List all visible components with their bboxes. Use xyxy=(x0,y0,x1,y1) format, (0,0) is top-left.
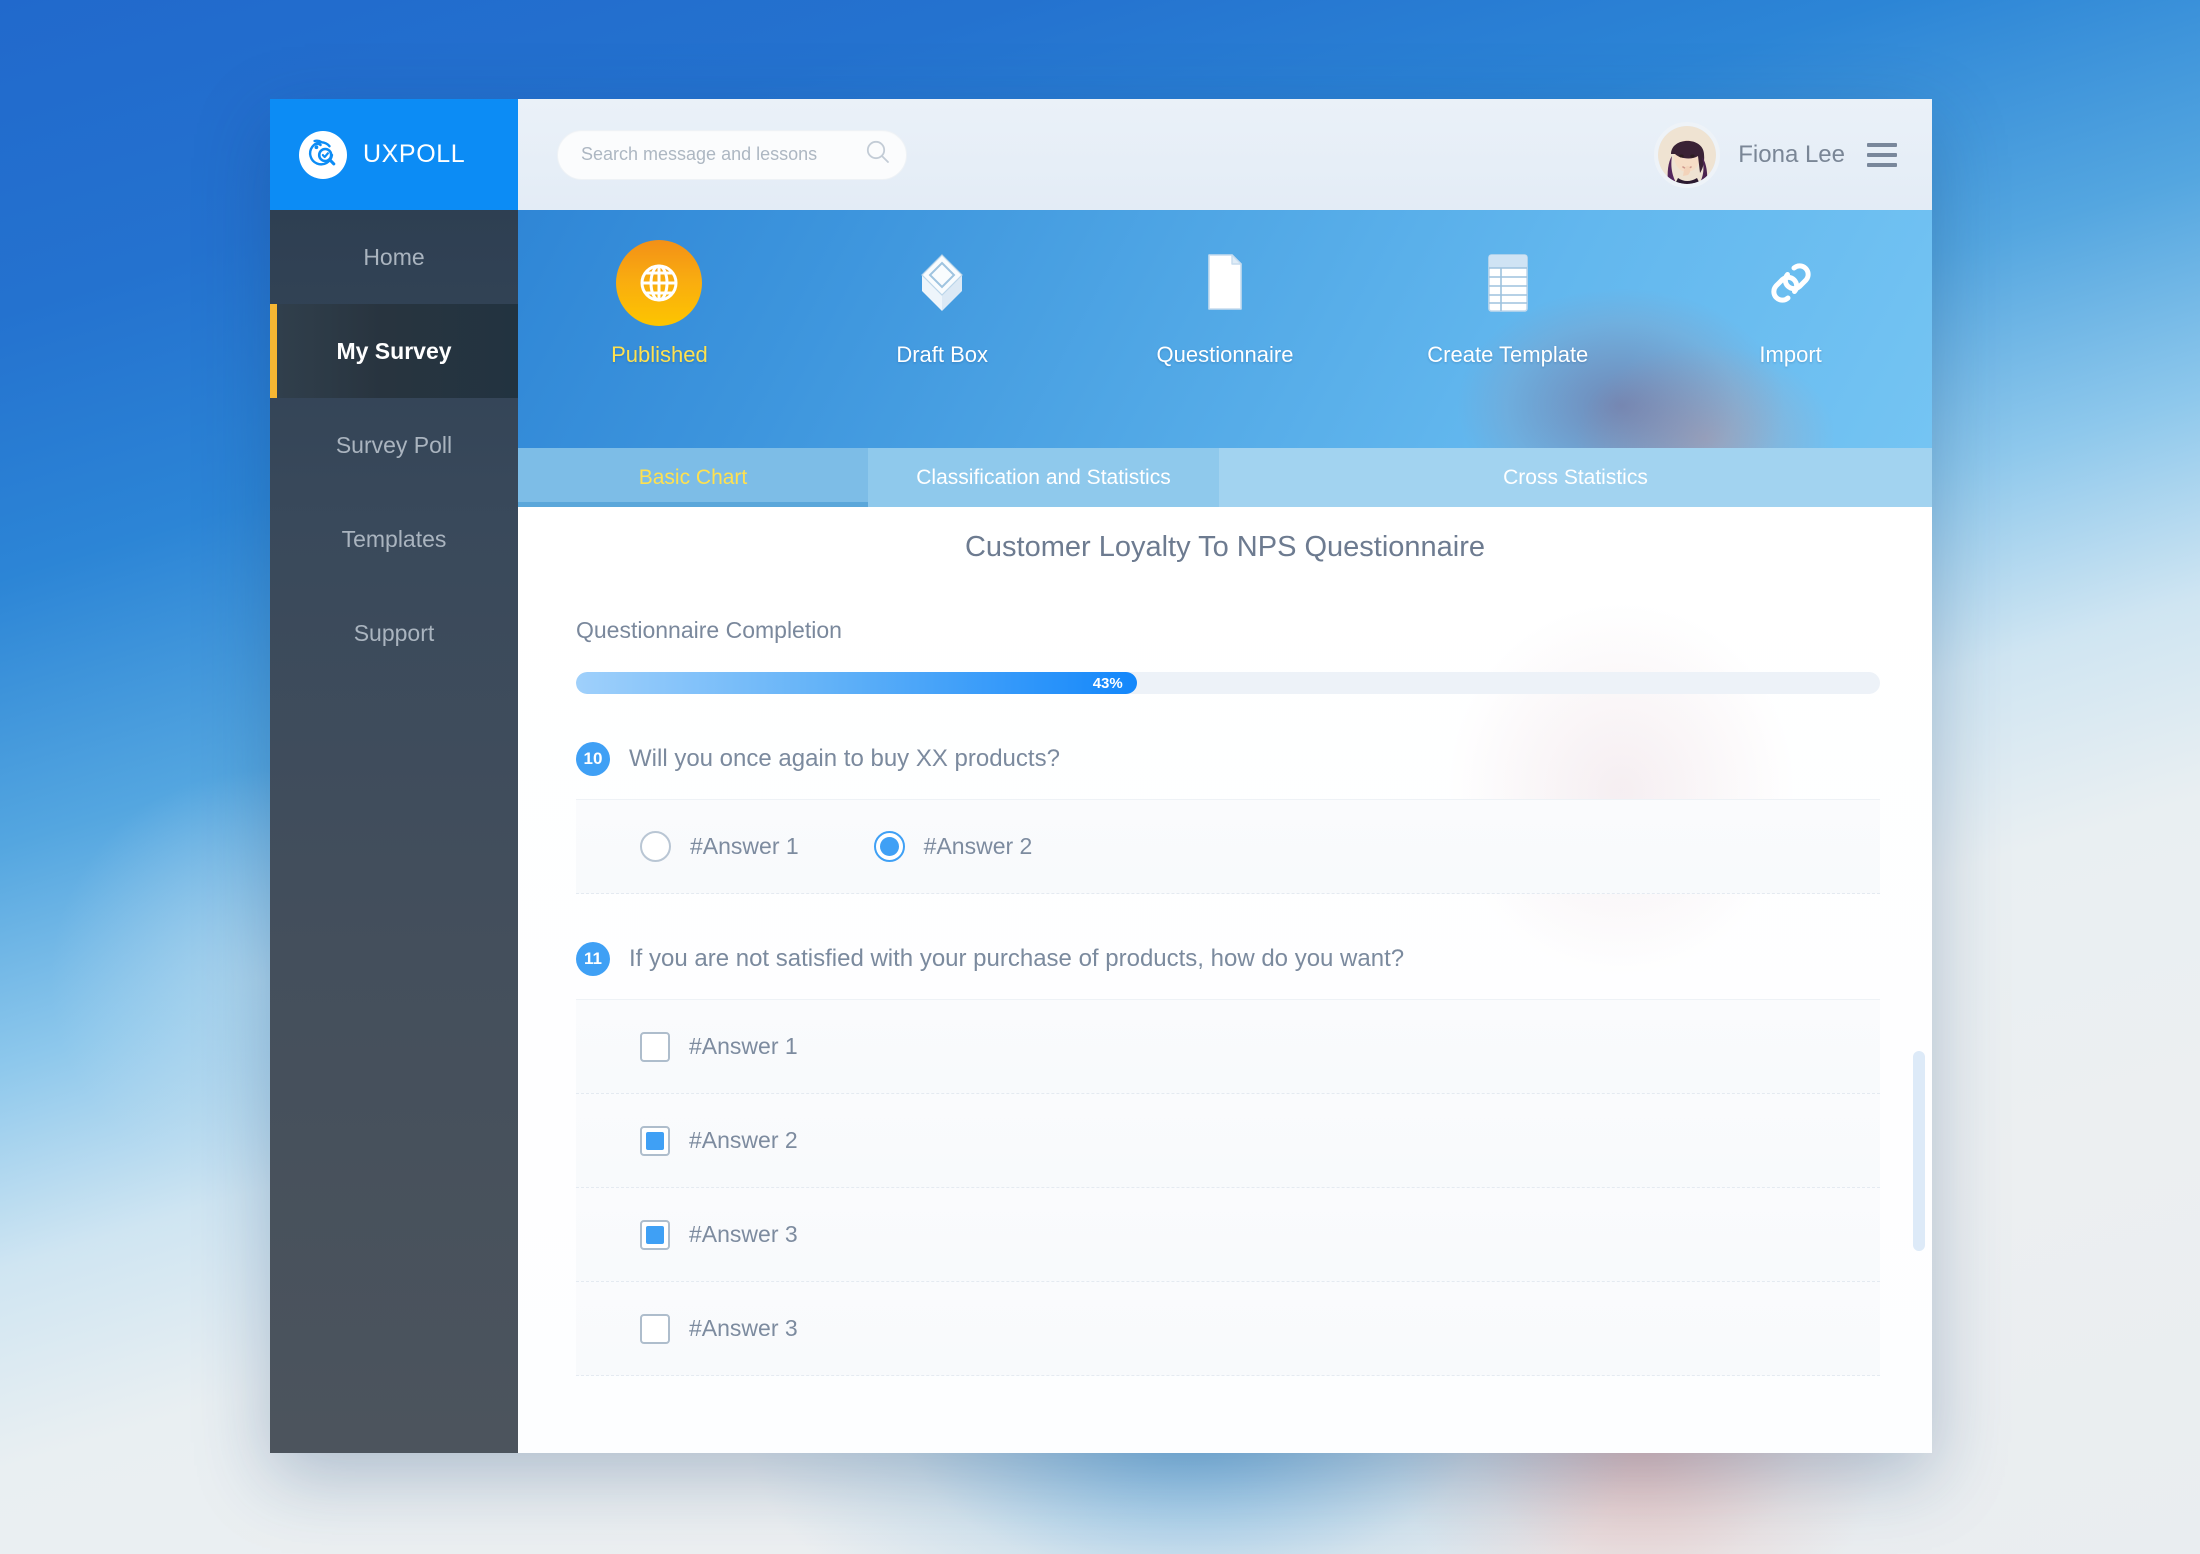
sidebar-item-label: Survey Poll xyxy=(335,431,453,458)
question-10: 10 Will you once again to buy XX product… xyxy=(576,742,1880,894)
sidebar-item-templates[interactable]: Templates xyxy=(270,492,518,586)
survey-page: Customer Loyalty To NPS Questionnaire Qu… xyxy=(518,507,1932,1453)
checkbox-icon[interactable] xyxy=(640,1313,670,1344)
question-header: 10 Will you once again to buy XX product… xyxy=(576,742,1880,776)
icon-nav-label: Questionnaire xyxy=(1156,342,1294,367)
icon-holder xyxy=(1481,240,1535,326)
answer-label: #Answer 1 xyxy=(689,1033,798,1059)
checkbox-icon[interactable] xyxy=(640,1031,670,1062)
icon-nav-label: Create Template xyxy=(1427,342,1589,367)
completion-percent: 43% xyxy=(1092,674,1123,692)
question-number-badge: 11 xyxy=(576,942,610,976)
icon-nav-published[interactable]: Published xyxy=(518,210,801,448)
radio-option-2[interactable]: #Answer 2 xyxy=(873,831,1033,862)
icon-holder xyxy=(1203,240,1247,326)
user-area[interactable]: Fiona Lee xyxy=(1654,121,1901,188)
answer-row[interactable]: #Answer 3 xyxy=(576,1188,1880,1282)
vertical-scrollbar-thumb[interactable] xyxy=(1913,1051,1925,1251)
icon-nav-import[interactable]: Import xyxy=(1649,210,1932,448)
icon-nav-questionnaire[interactable]: Questionnaire xyxy=(1084,210,1367,448)
tab-basic-chart[interactable]: Basic Chart xyxy=(518,448,868,507)
radio-option-1[interactable]: #Answer 1 xyxy=(640,831,799,862)
search-icon[interactable] xyxy=(864,138,892,171)
radar-search-check-icon xyxy=(299,130,347,179)
answer-row[interactable]: #Answer 2 xyxy=(576,1094,1880,1188)
search-input[interactable] xyxy=(581,144,864,165)
app-header: UXPOLL Search message and lessons Fiona … xyxy=(270,99,1932,210)
tab-label: Classification and Statistics xyxy=(916,465,1171,489)
tab-label: Cross Statistics xyxy=(1503,465,1648,489)
completion-label: Questionnaire Completion xyxy=(576,617,842,643)
icon-holder xyxy=(914,240,970,326)
avatar[interactable] xyxy=(1654,121,1721,188)
icon-holder xyxy=(1763,240,1819,326)
completion-progress-bar: 43% xyxy=(576,672,1880,694)
answer-label: #Answer 3 xyxy=(689,1315,798,1341)
question-11: 11 If you are not satisfied with your pu… xyxy=(576,942,1880,1376)
icon-holder xyxy=(616,240,703,326)
sidebar-item-label: Templates xyxy=(341,525,447,552)
icon-nav-bar: Published Draft Box Questionnaire Create… xyxy=(518,210,1932,448)
sidebar-item-home[interactable]: Home xyxy=(270,210,518,304)
answer-label: #Answer 2 xyxy=(689,1127,798,1153)
brand-name: UXPOLL xyxy=(363,140,466,168)
checkbox-icon-checked[interactable] xyxy=(640,1125,670,1156)
answer-list: #Answer 1 #Answer 2 xyxy=(576,799,1880,894)
content-area: Published Draft Box Questionnaire Create… xyxy=(518,210,1932,1453)
question-text: Will you once again to buy XX products? xyxy=(629,745,1060,772)
icon-nav-create-template[interactable]: Create Template xyxy=(1366,210,1649,448)
sidebar-item-support[interactable]: Support xyxy=(270,586,518,680)
tab-cross-statistics[interactable]: Cross Statistics xyxy=(1219,448,1932,507)
checkbox-icon-checked[interactable] xyxy=(640,1219,670,1250)
radio-icon[interactable] xyxy=(640,831,671,862)
radio-icon-checked[interactable] xyxy=(873,831,905,862)
sidebar-item-label: Home xyxy=(363,243,425,270)
completion-progress-fill: 43% xyxy=(576,672,1137,694)
question-header: 11 If you are not satisfied with your pu… xyxy=(576,942,1880,976)
answer-label: #Answer 3 xyxy=(689,1221,798,1247)
sidebar-item-label: Support xyxy=(353,619,435,646)
icon-nav-label: Import xyxy=(1759,342,1822,367)
survey-section: Questionnaire Completion 43% 10 Will you… xyxy=(518,617,1932,1376)
question-number-badge: 10 xyxy=(576,742,610,776)
globe-icon xyxy=(616,240,703,326)
tab-bar: Basic Chart Classification and Statistic… xyxy=(518,448,1932,507)
answer-row[interactable]: #Answer 3 xyxy=(576,1282,1880,1376)
icon-nav-label: Draft Box xyxy=(896,342,989,367)
answer-list: #Answer 1 #Answer 2 #Answer 3 #Answer 3 xyxy=(576,999,1880,1376)
tab-label: Basic Chart xyxy=(638,465,748,489)
answer-label: #Answer 1 xyxy=(690,833,799,859)
app-window: UXPOLL Search message and lessons Fiona … xyxy=(270,99,1932,1453)
icon-nav-draft-box[interactable]: Draft Box xyxy=(801,210,1084,448)
link-icon xyxy=(1770,263,1811,303)
answer-row[interactable]: #Answer 1 xyxy=(576,1000,1880,1094)
sidebar-item-survey-poll[interactable]: Survey Poll xyxy=(270,398,518,492)
page-title: Customer Loyalty To NPS Questionnaire xyxy=(964,530,1486,563)
brand-logo-area[interactable]: UXPOLL xyxy=(270,99,518,210)
user-name: Fiona Lee xyxy=(1738,140,1845,168)
hamburger-menu-icon[interactable] xyxy=(1863,139,1901,171)
sidebar-item-label: My Survey xyxy=(336,337,452,364)
table-icon xyxy=(1487,254,1528,312)
sidebar: Home My Survey Survey Poll Templates Sup… xyxy=(270,210,518,1453)
header-bar: Fiona Lee xyxy=(518,99,1932,210)
search-box[interactable] xyxy=(557,129,907,180)
sidebar-item-my-survey[interactable]: My Survey xyxy=(270,304,518,398)
question-text: If you are not satisfied with your purch… xyxy=(629,945,1405,972)
document-icon xyxy=(1208,254,1242,310)
tab-classification-and-statistics[interactable]: Classification and Statistics xyxy=(868,448,1219,507)
answer-label: #Answer 2 xyxy=(923,833,1033,859)
icon-nav-label: Published xyxy=(611,342,708,367)
answer-row[interactable]: #Answer 1 #Answer 2 xyxy=(576,800,1880,894)
app-body: Home My Survey Survey Poll Templates Sup… xyxy=(270,210,1932,1453)
box-icon xyxy=(921,254,964,311)
